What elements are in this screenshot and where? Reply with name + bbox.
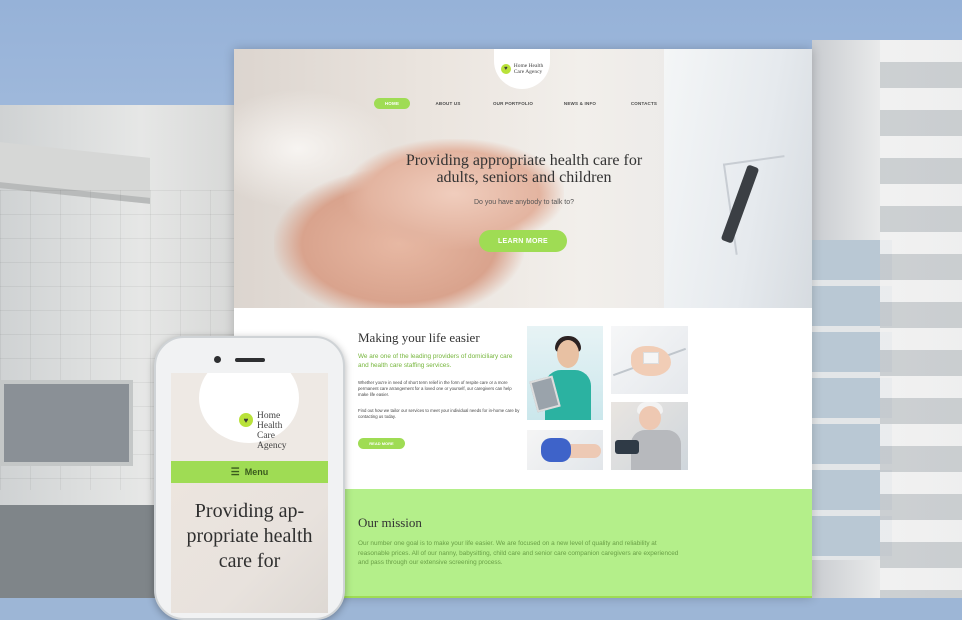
hero-title-line1: Providing appropriate health care for [405, 152, 643, 169]
photo-blood-pressure [527, 430, 603, 470]
phone-camera [214, 356, 221, 363]
about-lead: We are one of the leading providers of d… [358, 353, 513, 369]
building-window [0, 380, 133, 466]
phone-hero-title: Providing ap-propriate health care for [186, 500, 313, 572]
photo-nurse-tablet [527, 326, 603, 420]
photo-elderly-patient [611, 402, 688, 470]
nav-item-news-info[interactable]: NEWS & INFO [558, 98, 602, 109]
building-fins [880, 40, 962, 598]
phone-menu-button[interactable]: ☰ Menu [171, 461, 328, 483]
logo-text: Home Health Care Agency [514, 63, 543, 75]
mission-title: Our mission [358, 515, 422, 530]
hero-title: Providing appropriate health care for ad… [354, 152, 694, 186]
learn-more-button[interactable]: LEARN MORE [479, 230, 567, 252]
about-paragraph-2: Find out how we tailor our services to m… [358, 408, 520, 420]
hamburger-icon: ☰ [230, 466, 240, 478]
hero-section: ♥ Home Health Care Agency HOME ABOUT US … [234, 49, 812, 308]
main-nav: HOME ABOUT US OUR PORTFOLIO NEWS & INFO … [370, 98, 680, 110]
logo-line2: Care Agency [513, 69, 543, 75]
nav-item-home[interactable]: HOME [374, 98, 410, 109]
phone-logo-text: Home Health Care Agency [257, 411, 299, 451]
phone-speaker [235, 358, 265, 362]
about-title: Making your life easier [358, 330, 480, 345]
read-more-button[interactable]: READ MORE [358, 438, 405, 449]
heart-icon: ♥ [239, 413, 253, 427]
hero-title-line2: adults, seniors and children [436, 169, 612, 186]
hero-subtitle: Do you have anybody to talk to? [473, 199, 574, 206]
phone-mockup: Providing ap-propriate health care for ♥… [154, 336, 345, 620]
phone-logo[interactable]: ♥ Home Health Care Agency [199, 373, 299, 451]
nav-item-about-us[interactable]: ABOUT US [430, 98, 466, 109]
nav-item-contacts[interactable]: CONTACTS [624, 98, 664, 109]
nav-item-our-portfolio[interactable]: OUR PORTFOLIO [488, 98, 538, 109]
phone-logo-line2: Care Agency [257, 431, 287, 451]
phone-hero: Providing ap-propriate health care for [171, 483, 328, 613]
phone-menu-label: Menu [244, 467, 269, 477]
phone-logo-line1: Home Health [257, 411, 283, 431]
mission-section: Our mission Our number one goal is to ma… [340, 489, 812, 598]
building-base [0, 505, 160, 598]
heart-icon: ♥ [500, 64, 511, 74]
about-paragraph-1: Whether you're in need of short term rel… [358, 380, 512, 398]
site-logo[interactable]: ♥ Home Health Care Agency [494, 49, 550, 89]
phone-screen: Providing ap-propriate health care for ♥… [171, 373, 328, 613]
photo-iv-hand [611, 326, 688, 394]
mission-text: Our number one goal is to make your life… [358, 540, 679, 566]
